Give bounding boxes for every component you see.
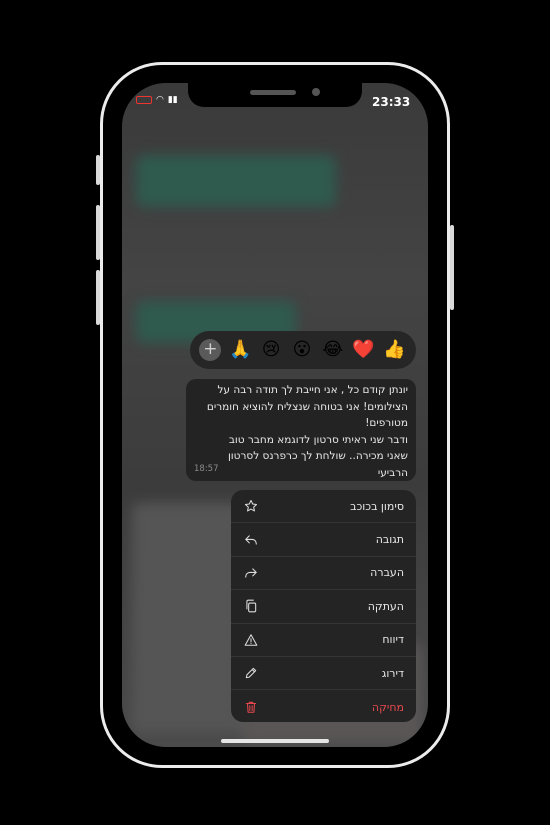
star-icon	[243, 498, 259, 514]
signal-icon: ▮▮	[167, 95, 178, 105]
front-camera	[312, 88, 320, 96]
add-reaction-button[interactable]: +	[199, 339, 222, 361]
copy-icon	[243, 598, 259, 614]
pencil-icon	[243, 665, 259, 681]
reply-icon	[243, 532, 259, 548]
menu-label-rate: דירוג	[381, 666, 404, 680]
speaker	[250, 90, 296, 95]
status-time: 23:33	[372, 95, 411, 109]
menu-item-delete[interactable]: מחיקה	[231, 690, 416, 722]
menu-label-report: דיווח	[382, 633, 404, 647]
home-indicator[interactable]	[221, 739, 329, 743]
heart-emoji[interactable]: ❤️	[352, 340, 376, 360]
menu-label-copy: העתקה	[367, 599, 404, 613]
message-line: יונתן קודם כל , אני חייבת לך תודה רבה על	[217, 384, 408, 396]
thumbs-up-emoji[interactable]: 👍	[382, 340, 406, 360]
menu-item-forward[interactable]: העברה	[231, 557, 416, 591]
forward-icon	[243, 565, 259, 581]
message-line: הרביעי	[377, 466, 408, 479]
reaction-bar: + 🙏 😢 😮 😂 ❤️ 👍	[190, 331, 416, 369]
menu-label-reply: תגובה	[375, 533, 404, 547]
praying-hands-emoji[interactable]: 🙏	[228, 340, 252, 360]
laughing-emoji[interactable]: 😂	[321, 340, 345, 360]
message-bubble: יונתן קודם כל , אני חייבת לך תודה רבה על…	[186, 379, 416, 481]
warning-icon	[243, 632, 259, 648]
menu-label-delete: מחיקה	[371, 700, 404, 714]
battery-icon	[136, 96, 152, 104]
message-time: 18:57	[194, 463, 219, 474]
message-line: מטורפים!	[365, 417, 408, 429]
menu-label-forward: העברה	[370, 566, 404, 580]
side-button-left-2	[96, 205, 100, 260]
menu-item-reply[interactable]: תגובה	[231, 523, 416, 557]
message-line: שאני מכירה.. שולחת לך כרפרנס לסרטון	[227, 450, 408, 462]
menu-item-rate[interactable]: דירוג	[231, 657, 416, 691]
menu-item-copy[interactable]: העתקה	[231, 590, 416, 624]
notch	[188, 83, 362, 107]
blurred-bubble	[136, 155, 336, 207]
side-button-right	[450, 225, 454, 310]
menu-item-report[interactable]: דיווח	[231, 624, 416, 657]
wifi-icon: ◠	[156, 95, 164, 105]
context-menu: סימון בכוכב תגובה העברה העתקה דיווח דירו…	[231, 490, 416, 722]
trash-icon	[243, 699, 259, 715]
menu-label-star: סימון בכוכב	[350, 499, 404, 513]
crying-emoji[interactable]: 😢	[259, 340, 283, 360]
side-button-left-1	[96, 155, 100, 185]
status-icons: ◠ ▮▮	[136, 95, 178, 105]
menu-item-star[interactable]: סימון בכוכב	[231, 490, 416, 524]
side-button-left-3	[96, 270, 100, 325]
message-line: ודבר שני ראיתי סרטון לדוגמא מחבר טוב	[228, 433, 408, 446]
surprised-emoji[interactable]: 😮	[290, 340, 314, 360]
message-line: הצילומים! אני בטוחה שנצליח להוציא חומרים	[206, 400, 408, 413]
